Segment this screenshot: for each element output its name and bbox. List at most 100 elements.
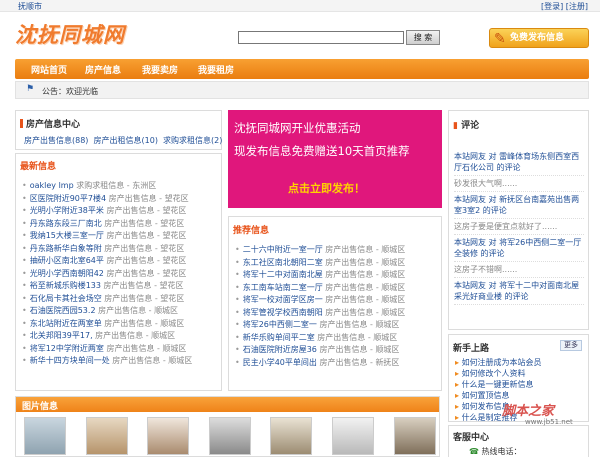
photo-thumb[interactable] [86, 417, 128, 455]
item-title[interactable]: 石化局卡其社会场空 [30, 294, 102, 303]
bullet-icon: • [235, 345, 240, 354]
service-panel: 客服中心 ☎ 热线电话： [448, 425, 589, 457]
item-title[interactable]: 我纳15大楼三室一厅 [30, 231, 104, 240]
item-title[interactable]: 东工社区南北朝阳二室 [243, 258, 323, 267]
item-title[interactable]: 二十六中附近一室一厅 [243, 245, 323, 254]
comment-item[interactable]: 这房子要是便宜点就好了...... [454, 219, 584, 235]
item-category: 房产出售信息 [319, 357, 368, 367]
bullet-icon: • [22, 181, 27, 190]
photo-thumb[interactable] [24, 417, 66, 455]
comment-item[interactable]: 这房子不错啊...... [454, 262, 584, 278]
watermark-logo: 脚本之家 [502, 404, 555, 419]
more-button[interactable]: 更多 [560, 340, 582, 351]
comments-panel: ▮ 评论 本站网友 对 雷峰体育场东侧西室西厅石化公司 的评论 砂发很大气啊...… [448, 110, 589, 330]
item-area: 顺城区 [381, 282, 406, 292]
item-title[interactable]: 光明小学附近38平米 [30, 206, 104, 215]
item-title[interactable]: 新华十四方块单间一处 [30, 356, 110, 365]
recommended-list: • 二十六中附近一室一厅 房产出售信息 - 顺城区 • 东工社区南北朝阳二室 房产出售… [235, 244, 439, 369]
search-input[interactable] [238, 31, 404, 44]
item-title[interactable]: 丹东路新华白象等附 [30, 244, 102, 253]
bullet-icon: • [235, 257, 240, 267]
newbie-link[interactable]: 什么是一键更新信息 [462, 380, 534, 389]
item-title[interactable]: 区医院附近90平7楼4 [30, 194, 106, 203]
item-title[interactable]: 丹东路东段三厂南北 [30, 219, 102, 228]
item-title[interactable]: 新华乐购单间平二室 [243, 333, 315, 342]
publish-button[interactable]: ✎ 免费发布信息 [489, 28, 589, 48]
site-logo[interactable]: 沈抚同城网 [15, 19, 125, 49]
list-item: • 丹东路东段三厂南北 房产出售信息 - 望花区 [22, 218, 185, 228]
bullet-icon: • [22, 318, 27, 328]
list-item: • 石油医院西园53.2 房产出售信息 - 顺城区 [22, 306, 179, 315]
newbie-link[interactable]: 如何置顶信息 [462, 391, 510, 400]
register-link[interactable]: [注册] [566, 2, 588, 11]
item-category: 房产出售信息 [325, 270, 374, 279]
item-title[interactable]: 将军26中西侧二室一 [243, 320, 317, 329]
item-title[interactable]: 石油医院西园53.2 [30, 306, 96, 315]
newbie-item[interactable]: ▸ 如何注册成为本站会员 [455, 357, 585, 368]
newbie-item[interactable]: ▸ 什么是一键更新信息 [455, 379, 585, 390]
item-category: 房产出售信息 [104, 243, 153, 253]
item-title[interactable]: 裕至新城乐购楼133 [30, 281, 101, 290]
comment-item[interactable]: 砂发很大气啊...... [454, 176, 584, 192]
city-link[interactable]: 抚顺市 [18, 1, 42, 12]
item-title[interactable]: 将军十二中对面南北屋 [243, 270, 323, 279]
item-title[interactable]: oakley lmp [30, 181, 74, 190]
item-title[interactable]: 抽研小区南北室64平 [30, 256, 104, 265]
bullet-icon: • [22, 193, 27, 203]
promo-banner[interactable]: 沈抚同城网开业优惠活动 现发布信息免费赠送10天首页推荐 点击立即发布！ [228, 110, 442, 208]
nav-item-sell[interactable]: 我要卖房 [142, 63, 178, 76]
list-item: • 北关邦阳39平17, 房产出售信息 - 顺城区 [22, 331, 176, 340]
comment-item[interactable]: 本站网友 对 雷峰体育场东侧西室西厅石化公司 的评论 [454, 149, 584, 176]
bullet-icon: ▸ [455, 402, 460, 411]
item-title[interactable]: 北关邦阳39平17, [30, 331, 93, 340]
list-item: • 我纳15大楼三室一厅 房产出售信息 - 望花区 [22, 231, 187, 240]
item-title[interactable]: 东工南车站南二室一厅 [243, 283, 323, 292]
item-title[interactable]: 民主小学40平单间出 [243, 358, 317, 367]
comment-item[interactable]: 本站网友 对 将军十二中对面南北屋采光好商业楼 的评论 [454, 278, 584, 305]
photo-thumb[interactable] [209, 417, 251, 455]
bullet-icon: • [22, 268, 27, 278]
list-item: • 裕至新城乐购楼133 房产出售信息 - 望花区 [22, 281, 184, 290]
newbie-link[interactable]: 如何修改个人资料 [462, 369, 526, 378]
nav-item-rent[interactable]: 我要租房 [198, 63, 234, 76]
item-title[interactable]: 石油医院附近房屋36 [243, 345, 317, 354]
info-link-wanted[interactable]: 求购求租信息(2) [163, 136, 222, 145]
nav-item-property[interactable]: 房产信息 [85, 63, 121, 76]
item-area: 望花区 [160, 293, 185, 303]
list-item: • 抽研小区南北室64平 房产出售信息 - 望花区 [22, 256, 187, 265]
item-area: 望花区 [162, 268, 187, 278]
photo-thumb[interactable] [270, 417, 312, 455]
list-item: • 东工社区南北朝阳二室 房产出售信息 - 顺城区 [235, 257, 406, 267]
item-title[interactable]: 将军管视学校西南朝阳 [243, 308, 323, 317]
newbie-link[interactable]: 如何注册成为本站会员 [462, 358, 542, 367]
phone-icon: ☎ [469, 447, 479, 456]
photo-thumb[interactable] [332, 417, 374, 455]
photo-thumb[interactable] [394, 417, 436, 455]
comment-item[interactable]: 本站网友 对 将军26中西侧二室一厅全装修 的评论 [454, 235, 584, 262]
comment-item[interactable]: 本站网友 对 新抚区台南嘉苑出售两室3室2 的评论 [454, 192, 584, 219]
item-area: 望花区 [160, 218, 185, 228]
bullet-icon: • [22, 256, 27, 265]
item-category: 求购求租信息 [76, 181, 125, 190]
info-link-sale[interactable]: 房产出售信息(88) [24, 136, 88, 145]
newbie-item[interactable]: ▸ 如何修改个人资料 [455, 368, 585, 379]
login-link[interactable]: [登录] [541, 2, 563, 11]
list-item: • 将军一校对面学区房一 房产出售信息 - 顺城区 [235, 295, 406, 304]
nav-item-home[interactable]: 网站首页 [31, 63, 67, 76]
item-category: 房产出售信息 [325, 307, 374, 317]
item-category: 房产出售信息 [106, 256, 155, 265]
photo-thumb[interactable] [147, 417, 189, 455]
item-title[interactable]: 光明小学西南朝阳42 [30, 269, 104, 278]
item-title[interactable]: 将军一校对面学区房一 [243, 295, 323, 304]
bullet-icon: • [235, 282, 240, 292]
info-link-rent[interactable]: 房产出租信息(10) [94, 136, 158, 145]
item-title[interactable]: 东北站附近在两室单 [30, 319, 102, 328]
banner-cta[interactable]: 点击立即发布！ [288, 180, 365, 196]
notice-text[interactable]: 欢迎光临 [66, 87, 98, 96]
item-area: 顺城区 [381, 245, 406, 254]
item-area: 顺城区 [168, 356, 193, 365]
item-area: 顺城区 [381, 307, 406, 317]
search-button[interactable]: 搜 索 [406, 30, 440, 45]
item-title[interactable]: 将军12中学附近两室 [30, 344, 104, 353]
item-category: 房产出售信息 [106, 268, 155, 278]
